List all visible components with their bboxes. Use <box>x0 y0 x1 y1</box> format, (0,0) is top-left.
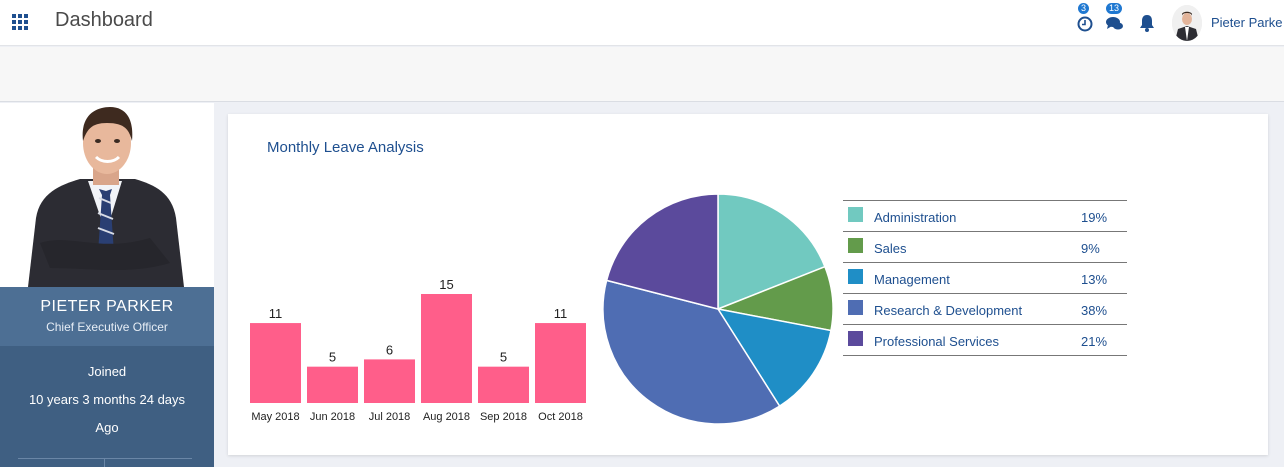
bar-value-label: 15 <box>439 277 453 292</box>
apps-grid-icon[interactable] <box>12 14 30 30</box>
legend-swatch <box>848 207 863 222</box>
bar <box>364 359 415 403</box>
legend-swatch <box>848 300 863 315</box>
legend-item: Professional Services 21% <box>843 325 1127 356</box>
clock-badge: 3 <box>1078 3 1090 14</box>
page-title: Dashboard <box>55 9 153 31</box>
legend-item: Administration 19% <box>843 201 1127 232</box>
tenure-text: 10 years 3 months 24 days <box>28 392 186 407</box>
profile-name-block: PIETER PARKER Chief Executive Officer <box>0 287 214 346</box>
bar <box>535 323 586 403</box>
legend-value: 9% <box>1081 241 1100 256</box>
legend-value: 19% <box>1081 210 1108 225</box>
pie-legend: Administration 19% Sales 9% Management 13% Res… <box>843 200 1127 356</box>
tenure-ago-text: Ago <box>95 420 119 435</box>
stats-vertical-divider <box>104 458 105 467</box>
legend-swatch <box>848 331 863 346</box>
profile-role: Chief Executive Officer <box>46 320 168 334</box>
bar-value-label: 11 <box>269 306 283 321</box>
legend-value: 21% <box>1081 334 1108 349</box>
bar-value-label: 11 <box>554 306 568 321</box>
joined-label: Joined <box>87 364 127 379</box>
sub-toolbar <box>0 47 1284 102</box>
stats-divider <box>18 458 192 459</box>
bar-value-label: 5 <box>329 350 336 365</box>
bar-category-label: May 2018 <box>251 411 299 423</box>
messages-button[interactable]: 13 <box>1105 3 1125 34</box>
bar <box>421 294 472 403</box>
legend-swatch <box>848 238 863 253</box>
legend-swatch <box>848 269 863 284</box>
legend-item: Management 13% <box>843 263 1127 294</box>
top-navbar: Dashboard 3 13 Pieter Parke <box>0 0 1284 46</box>
legend-item: Research & Development 38% <box>843 294 1127 325</box>
legend-item: Sales 9% <box>843 232 1127 263</box>
chat-icon <box>1106 17 1123 30</box>
profile-stats: Joined 10 years 3 months 24 days Ago <box>0 346 214 467</box>
bar <box>307 366 358 403</box>
clock-icon <box>1077 16 1093 32</box>
bar <box>250 323 301 403</box>
legend-label: Management <box>874 272 950 287</box>
notifications-button[interactable] <box>1138 10 1158 34</box>
legend-label: Research & Development <box>874 303 1023 318</box>
messages-badge: 13 <box>1106 3 1123 14</box>
bell-icon <box>1140 15 1154 32</box>
legend-label: Professional Services <box>874 334 999 349</box>
bar-value-label: 6 <box>386 342 393 357</box>
clock-button[interactable]: 3 <box>1075 3 1095 34</box>
legend-label: Sales <box>874 241 907 256</box>
bar-category-label: Sep 2018 <box>480 411 527 423</box>
profile-name: PIETER PARKER <box>40 298 174 315</box>
profile-photo-image <box>0 103 214 287</box>
legend-value: 13% <box>1081 272 1108 287</box>
bar <box>478 366 529 403</box>
bar-category-label: Jul 2018 <box>369 411 411 423</box>
bar-category-label: Aug 2018 <box>423 411 470 423</box>
bar-category-label: Jun 2018 <box>310 411 355 423</box>
bar-category-label: Oct 2018 <box>538 411 583 423</box>
user-avatar[interactable] <box>1172 5 1202 41</box>
bar-value-label: 5 <box>500 350 507 365</box>
user-avatar-image <box>1172 5 1202 41</box>
profile-card: PIETER PARKER Chief Executive Officer Jo… <box>0 103 214 467</box>
legend-label: Administration <box>874 210 957 225</box>
legend-value: 38% <box>1081 303 1108 318</box>
user-name[interactable]: Pieter Parke <box>1211 15 1283 30</box>
profile-photo <box>0 103 214 287</box>
leave-analysis-panel: Monthly Leave Analysis 11 May 2018 5 Jun 20… <box>228 114 1268 455</box>
